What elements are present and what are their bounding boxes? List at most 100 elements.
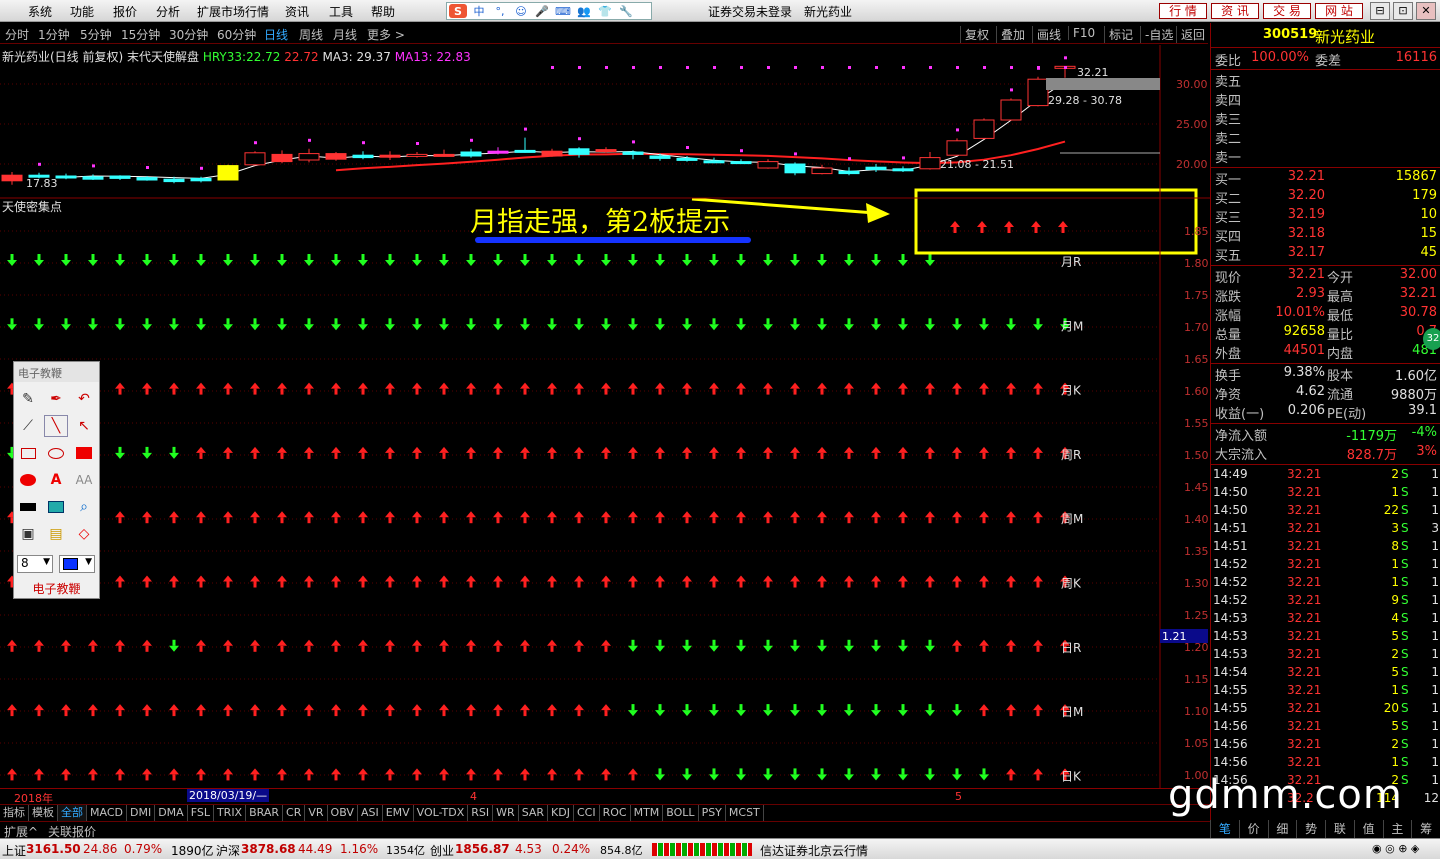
kline-chart[interactable]: 1.21 30.00 25.00 20.00 1.85 1.80 1.75 1.70 1.65…	[0, 45, 1210, 790]
indicator-tab-10[interactable]: VR	[305, 805, 328, 821]
indicator-tab-21[interactable]: MTM	[631, 805, 664, 821]
diamond-icon[interactable]: ◇	[72, 523, 96, 545]
period-monthly[interactable]: 月线	[333, 26, 357, 43]
panel-tab-5[interactable]: 值	[1353, 820, 1383, 838]
indicator-tab-9[interactable]: CR	[283, 805, 306, 821]
indicator-tab-3[interactable]: MACD	[87, 805, 127, 821]
float-badge[interactable]: 32	[1423, 328, 1440, 350]
eraser-icon[interactable]: ✎	[16, 388, 40, 410]
maximize-icon[interactable]: ⊡	[1393, 2, 1413, 20]
menu-system[interactable]: 系统	[28, 3, 52, 20]
f10-button[interactable]: F10	[1068, 26, 1095, 40]
tray-icons[interactable]: ◉ ◎ ⊕ ◈	[1372, 842, 1419, 855]
indicator-tab-4[interactable]: DMI	[127, 805, 156, 821]
period-1min[interactable]: 1分钟	[38, 26, 70, 43]
menu-analysis[interactable]: 分析	[156, 3, 180, 20]
indicator-tab-14[interactable]: VOL-TDX	[414, 805, 469, 821]
period-5min[interactable]: 5分钟	[80, 26, 112, 43]
marker-icon[interactable]: ⟋	[16, 415, 40, 437]
indicator-tab-19[interactable]: CCI	[574, 805, 600, 821]
menu-tools[interactable]: 工具	[329, 3, 353, 20]
tab-quote[interactable]: 行 情	[1159, 3, 1207, 19]
shirt-icon[interactable]: 👕	[596, 4, 614, 18]
menu-help[interactable]: 帮助	[371, 3, 395, 20]
indicator-tab-17[interactable]: SAR	[519, 805, 549, 821]
menu-function[interactable]: 功能	[70, 3, 94, 20]
back-button[interactable]: 返回	[1176, 26, 1205, 43]
size-select[interactable]: 8 ▼	[17, 555, 53, 573]
indicator-tab-16[interactable]: WR	[493, 805, 519, 821]
rectangle-icon[interactable]	[16, 442, 40, 464]
indicator-tab-12[interactable]: ASI	[358, 805, 383, 821]
users-icon[interactable]: 👥	[575, 4, 593, 18]
period-intraday[interactable]: 分时	[5, 26, 29, 43]
panel-tab-2[interactable]: 细	[1267, 820, 1297, 838]
indicator-tab-8[interactable]: BRAR	[246, 805, 284, 821]
arrow-line-icon[interactable]: ↖	[72, 415, 96, 437]
menu-quote[interactable]: 报价	[113, 3, 137, 20]
brush-icon[interactable]: ↶	[72, 388, 96, 410]
period-30min[interactable]: 30分钟	[169, 26, 208, 43]
wrench-icon[interactable]: 🔧	[617, 4, 635, 18]
panel-tab-0[interactable]: 笔	[1210, 820, 1239, 838]
teaching-pointer-palette[interactable]: 电子教鞭 ✎ ✒ ↶ ⟋ ╲ ↖ A AA ⌕ ▣ ▤ ◇ 8 ▼ ▼ 电子教鞭	[13, 361, 100, 599]
save-icon[interactable]: ▣	[16, 523, 40, 545]
pen-icon[interactable]: ✒	[44, 388, 68, 410]
indicator-tab-6[interactable]: FSL	[188, 805, 214, 821]
indicator-tab-13[interactable]: EMV	[383, 805, 414, 821]
period-more[interactable]: 更多 >	[367, 26, 405, 43]
period-15min[interactable]: 15分钟	[121, 26, 160, 43]
panel-tab-3[interactable]: 势	[1296, 820, 1325, 838]
punctuation-icon[interactable]: °,	[491, 4, 509, 18]
tab-trade[interactable]: 交 易	[1263, 3, 1311, 19]
indicator-tab-24[interactable]: MCST	[726, 805, 764, 821]
mark-button[interactable]: 标记	[1104, 26, 1133, 43]
menu-info[interactable]: 资讯	[285, 3, 309, 20]
tick-price: 32.21	[1287, 755, 1322, 769]
draw-line-button[interactable]: 画线	[1032, 26, 1061, 43]
indicator-tab-5[interactable]: DMA	[155, 805, 188, 821]
watchlist-button[interactable]: -自选	[1140, 26, 1173, 43]
close-icon[interactable]: ✕	[1416, 2, 1436, 20]
indicator-tab-20[interactable]: ROC	[600, 805, 631, 821]
adjust-button[interactable]: 复权	[960, 26, 989, 43]
period-weekly[interactable]: 周线	[299, 26, 323, 43]
indicator-tab-0[interactable]: 指标	[0, 805, 29, 821]
tab-news[interactable]: 资 讯	[1211, 3, 1259, 19]
indicator-tab-18[interactable]: KDJ	[548, 805, 574, 821]
period-60min[interactable]: 60分钟	[217, 26, 256, 43]
black-bar-icon[interactable]	[16, 496, 40, 518]
chinese-mode-icon[interactable]: 中	[470, 4, 488, 18]
screen-icon[interactable]	[44, 496, 68, 518]
period-daily[interactable]: 日线	[264, 26, 288, 43]
ellipse-icon[interactable]	[44, 442, 68, 464]
filled-rectangle-icon[interactable]	[72, 442, 96, 464]
panel-tab-4[interactable]: 联	[1325, 820, 1354, 838]
indicator-tab-11[interactable]: OBV	[328, 805, 358, 821]
tab-website[interactable]: 网 站	[1315, 3, 1363, 19]
minimize-icon[interactable]: ⊟	[1370, 2, 1390, 20]
line-icon[interactable]: ╲	[44, 415, 68, 437]
color-select[interactable]: ▼	[59, 555, 95, 573]
indicator-tab-23[interactable]: PSY	[699, 805, 726, 821]
magnifier-icon[interactable]: ⌕	[72, 496, 96, 518]
indicator-tab-15[interactable]: RSI	[468, 805, 494, 821]
menu-ext-market[interactable]: 扩展市场行情	[197, 3, 269, 20]
indicator-tab-1[interactable]: 模板	[29, 805, 58, 821]
filled-ellipse-icon[interactable]	[16, 469, 40, 491]
sogou-icon[interactable]: S	[449, 4, 467, 18]
panel-tab-7[interactable]: 筹	[1411, 820, 1440, 838]
emoji-icon[interactable]: ☺	[512, 4, 530, 18]
up-arrow-icon	[520, 382, 530, 395]
keyboard-icon[interactable]: ⌨	[554, 4, 572, 18]
folder-icon[interactable]: ▤	[44, 523, 68, 545]
panel-tab-1[interactable]: 价	[1238, 820, 1268, 838]
indicator-tab-22[interactable]: BOLL	[663, 805, 699, 821]
overlay-button[interactable]: 叠加	[996, 26, 1025, 43]
indicator-tab-2[interactable]: 全部	[58, 805, 87, 821]
text-icon[interactable]: A	[44, 469, 68, 491]
indicator-tab-7[interactable]: TRIX	[214, 805, 247, 821]
microphone-icon[interactable]: 🎤	[533, 4, 551, 18]
font-size-icon[interactable]: AA	[72, 469, 96, 491]
panel-tab-6[interactable]: 主	[1382, 820, 1412, 838]
